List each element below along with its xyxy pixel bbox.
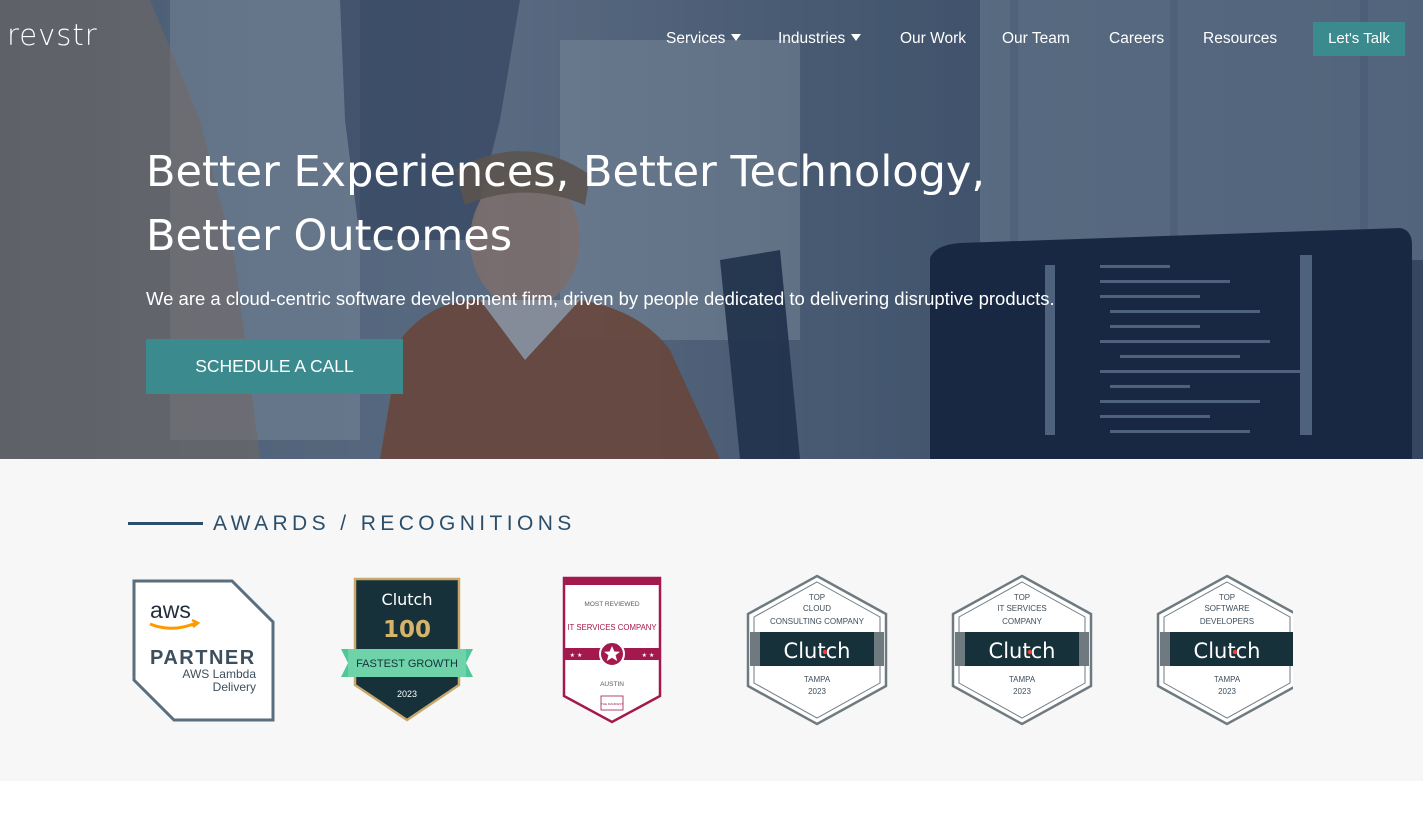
aws-delivery-label: Delivery bbox=[213, 680, 256, 694]
svg-text:2023: 2023 bbox=[1013, 687, 1031, 696]
awards-section: AWARDS / RECOGNITIONS aws PARTNER AWS La… bbox=[0, 459, 1423, 781]
clutch-100-year: 2023 bbox=[397, 689, 417, 699]
svg-text:★ ★: ★ ★ bbox=[570, 652, 583, 659]
awards-title: AWARDS / RECOGNITIONS bbox=[213, 512, 576, 535]
fastest-growth-ribbon: FASTEST GROWTH bbox=[356, 658, 458, 670]
lets-talk-button[interactable]: Let's Talk bbox=[1313, 22, 1405, 56]
nav-industries-label: Industries bbox=[778, 30, 846, 47]
svg-text:TAMPA: TAMPA bbox=[804, 675, 831, 684]
svg-text:IT SERVICES: IT SERVICES bbox=[997, 604, 1047, 613]
clutch-top-cloud-consulting-badge: TOP CLOUD CONSULTING COMPANY Clutch TAMP… bbox=[746, 574, 888, 726]
nav-resources[interactable]: Resources bbox=[1203, 30, 1277, 48]
svg-text:TOP: TOP bbox=[809, 593, 825, 602]
svg-text:TAMPA: TAMPA bbox=[1009, 675, 1036, 684]
nav-careers[interactable]: Careers bbox=[1109, 30, 1164, 48]
svg-text:CONSULTING COMPANY: CONSULTING COMPANY bbox=[770, 617, 865, 626]
nav-our-work[interactable]: Our Work bbox=[900, 30, 966, 48]
clutch-top-it-services-badge: TOP IT SERVICES COMPANY Clutch TAMPA 202… bbox=[951, 574, 1093, 726]
aws-partner-badge: aws PARTNER AWS Lambda Delivery bbox=[132, 579, 275, 722]
clutch-wordmark: Clutch bbox=[382, 590, 433, 609]
aws-wordmark: aws bbox=[150, 597, 191, 623]
clutch-wordmark: Clutch bbox=[1194, 639, 1261, 663]
nav-industries[interactable]: Industries bbox=[778, 30, 862, 48]
svg-text:2023: 2023 bbox=[808, 687, 826, 696]
manifest-category-label: IT SERVICES COMPANY bbox=[567, 623, 657, 632]
headline-line-2: Better Outcomes bbox=[146, 211, 513, 261]
svg-text:2023: 2023 bbox=[1218, 687, 1236, 696]
hero-headline: Better Experiences, Better Technology, Be… bbox=[146, 140, 1146, 268]
revstar-logo[interactable]: revstr bbox=[7, 18, 98, 52]
clutch-wordmark: Clutch bbox=[989, 639, 1056, 663]
chevron-down-icon bbox=[851, 34, 862, 41]
clutch-wordmark: Clutch bbox=[784, 639, 851, 663]
clutch-100-number: 100 bbox=[383, 617, 431, 643]
nav-services-label: Services bbox=[666, 30, 726, 47]
svg-text:TOP: TOP bbox=[1219, 593, 1235, 602]
nav-our-team[interactable]: Our Team bbox=[1002, 30, 1070, 48]
nav-services[interactable]: Services bbox=[666, 30, 742, 48]
svg-text:TAMPA: TAMPA bbox=[1214, 675, 1241, 684]
clutch-top-software-developers-badge: TOP SOFTWARE DEVELOPERS Clutch TAMPA 202… bbox=[1156, 574, 1293, 726]
headline-line-1: Better Experiences, Better Technology, bbox=[146, 147, 986, 197]
section-accent-line bbox=[128, 522, 203, 525]
svg-text:★ ★: ★ ★ bbox=[642, 652, 655, 659]
svg-text:DEVELOPERS: DEVELOPERS bbox=[1200, 617, 1254, 626]
manifest-city-label: AUSTIN bbox=[600, 681, 624, 688]
hero-section: revstr Services Industries Our Work Our … bbox=[0, 0, 1423, 459]
top-navigation: revstr Services Industries Our Work Our … bbox=[0, 0, 1423, 78]
manifest-top-label: MOST REVIEWED bbox=[584, 601, 639, 608]
schedule-call-button[interactable]: SCHEDULE A CALL bbox=[146, 339, 403, 394]
svg-text:COMPANY: COMPANY bbox=[1002, 617, 1043, 626]
clutch-100-badge: Clutch 100 FASTEST GROWTH 2023 bbox=[341, 577, 473, 722]
svg-text:SOFTWARE: SOFTWARE bbox=[1204, 604, 1249, 613]
manifest-most-reviewed-badge: MOST REVIEWED IT SERVICES COMPANY ★ ★ ★ … bbox=[562, 576, 662, 724]
svg-text:THE MANIFEST: THE MANIFEST bbox=[601, 702, 623, 706]
aws-partner-label: PARTNER bbox=[150, 647, 256, 669]
hero-subtitle: We are a cloud-centric software developm… bbox=[146, 288, 1055, 309]
svg-text:TOP: TOP bbox=[1014, 593, 1030, 602]
chevron-down-icon bbox=[731, 34, 742, 41]
aws-service-label: AWS Lambda bbox=[182, 667, 256, 681]
svg-text:CLOUD: CLOUD bbox=[803, 604, 831, 613]
